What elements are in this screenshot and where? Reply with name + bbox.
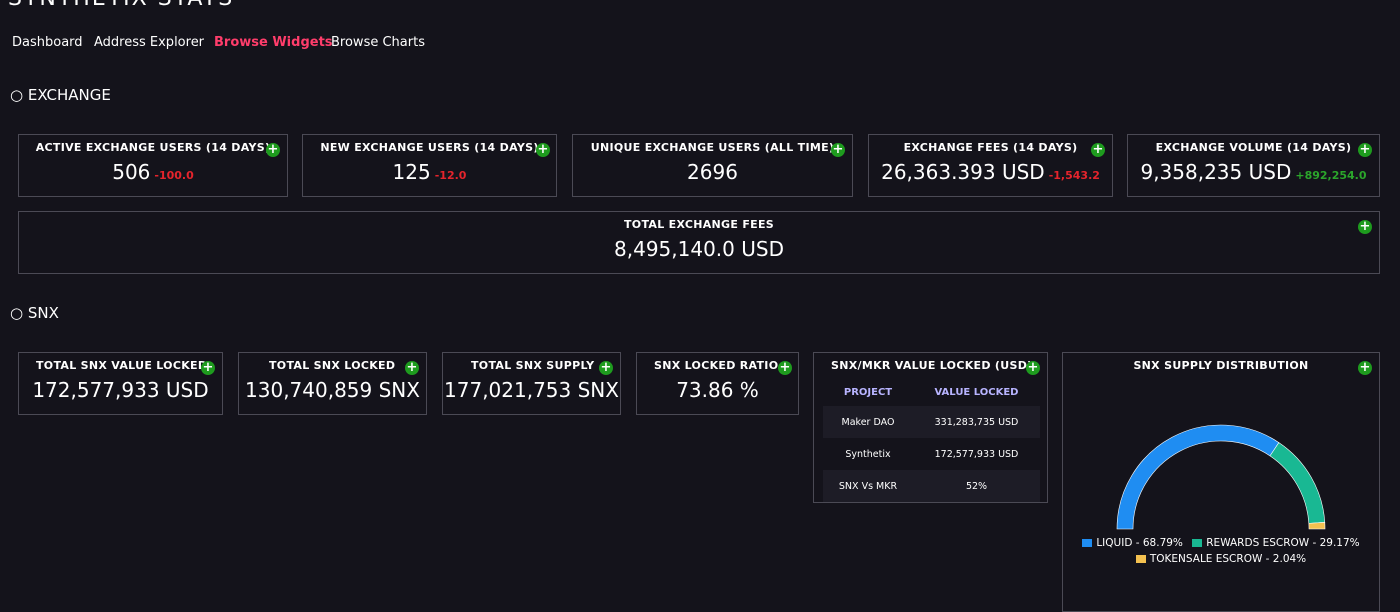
widget-value: 9,358,235 USD +892,254.0 bbox=[1140, 160, 1367, 184]
widget-delta: +892,254.0 bbox=[1295, 169, 1367, 182]
widget-new-exchange-users: NEW EXCHANGE USERS (14 DAYS) + 125 -12.0 bbox=[302, 134, 557, 197]
widget-delta: -12.0 bbox=[434, 169, 467, 182]
add-widget-plus-icon[interactable]: + bbox=[1358, 220, 1372, 234]
widget-value: 2696 bbox=[687, 160, 738, 184]
column-header-project: PROJECT bbox=[843, 386, 893, 398]
project-table: PROJECT VALUE LOCKED Maker DAO 331,283,7… bbox=[823, 378, 1040, 502]
widget-value: 506 -100.0 bbox=[112, 160, 194, 184]
section-snx-heading: ○ SNX bbox=[10, 304, 59, 322]
widget-active-exchange-users: ACTIVE EXCHANGE USERS (14 DAYS) + 506 -10… bbox=[18, 134, 288, 197]
widget-title: NEW EXCHANGE USERS (14 DAYS) bbox=[320, 141, 539, 154]
legend-swatch bbox=[1135, 555, 1146, 563]
widget-total-snx-locked: TOTAL SNX LOCKED + 130,740,859 SNX bbox=[238, 352, 427, 415]
table-row: Synthetix 172,577,933 USD bbox=[823, 438, 1040, 470]
table-cell: SNX Vs MKR bbox=[823, 470, 913, 502]
widget-title: TOTAL EXCHANGE FEES bbox=[624, 218, 774, 231]
add-widget-plus-icon[interactable]: + bbox=[1358, 143, 1372, 157]
widget-title: ACTIVE EXCHANGE USERS (14 DAYS) bbox=[35, 141, 271, 154]
nav-address-explorer[interactable]: Address Explorer bbox=[94, 35, 204, 50]
widget-value: 8,495,140.0 USD bbox=[614, 237, 784, 261]
widget-title: UNIQUE EXCHANGE USERS (ALL TIME) bbox=[590, 141, 835, 154]
table-header-row: PROJECT VALUE LOCKED bbox=[823, 378, 1040, 406]
widget-title: TOTAL SNX LOCKED bbox=[269, 359, 396, 372]
widget-title: TOTAL SNX VALUE LOCKED bbox=[36, 359, 208, 372]
column-header-value-locked: VALUE LOCKED bbox=[934, 386, 1019, 398]
widget-total-snx-supply: TOTAL SNX SUPPLY + 177,021,753 SNX bbox=[442, 352, 621, 415]
gauge-segment-liquid[interactable] bbox=[1116, 424, 1280, 530]
widget-value: 73.86 % bbox=[676, 378, 759, 402]
widget-delta: -1,543.2 bbox=[1048, 169, 1100, 182]
widget-title: EXCHANGE FEES (14 DAYS) bbox=[903, 141, 1078, 154]
legend-item-liquid[interactable]: LIQUID - 68.79% bbox=[1082, 537, 1183, 549]
widget-value: 26,363.393 USD -1,543.2 bbox=[881, 160, 1100, 184]
add-widget-plus-icon[interactable]: + bbox=[599, 361, 613, 375]
widget-snx-locked-ratio: SNX LOCKED RATIO + 73.86 % bbox=[636, 352, 799, 415]
table-cell: 52% bbox=[913, 470, 1040, 502]
legend-item-tokensale-escrow[interactable]: TOKENSALE ESCROW - 2.04% bbox=[1135, 553, 1306, 565]
table-cell: Maker DAO bbox=[823, 406, 913, 438]
widget-exchange-fees: EXCHANGE FEES (14 DAYS) + 26,363.393 USD… bbox=[868, 134, 1113, 197]
widget-total-snx-value-locked: TOTAL SNX VALUE LOCKED + 172,577,933 USD bbox=[18, 352, 223, 415]
app-title: SYNTHETIX STATS bbox=[8, 0, 234, 11]
table-row: Maker DAO 331,283,735 USD bbox=[823, 406, 1040, 438]
gauge-segment-rewards-escrow[interactable] bbox=[1269, 442, 1326, 524]
widget-delta: -100.0 bbox=[154, 169, 194, 182]
widget-title: SNX/MKR VALUE LOCKED (USD) bbox=[831, 359, 1033, 372]
legend-swatch bbox=[1192, 539, 1203, 547]
add-widget-plus-icon[interactable]: + bbox=[536, 143, 550, 157]
chart-legend: TOKENSALE ESCROW - 2.04% bbox=[1063, 553, 1379, 565]
table-cell: Synthetix bbox=[845, 448, 891, 460]
widget-value: 130,740,859 SNX bbox=[245, 378, 420, 402]
legend-swatch bbox=[1082, 539, 1093, 547]
add-widget-plus-icon[interactable]: + bbox=[831, 143, 845, 157]
section-exchange-heading: ○ EXCHANGE bbox=[10, 86, 111, 104]
add-widget-plus-icon[interactable]: + bbox=[201, 361, 215, 375]
legend-item-rewards-escrow[interactable]: REWARDS ESCROW - 29.17% bbox=[1192, 537, 1360, 549]
gauge-segment-tokensale-escrow[interactable] bbox=[1308, 522, 1326, 530]
widget-snx-mkr-value-locked: SNX/MKR VALUE LOCKED (USD) + PROJECT VAL… bbox=[813, 352, 1048, 503]
widget-value: 172,577,933 USD bbox=[32, 378, 209, 402]
add-widget-plus-icon[interactable]: + bbox=[778, 361, 792, 375]
add-widget-plus-icon[interactable]: + bbox=[1091, 143, 1105, 157]
widget-exchange-volume: EXCHANGE VOLUME (14 DAYS) + 9,358,235 US… bbox=[1127, 134, 1380, 197]
nav-browse-widgets[interactable]: Browse Widgets bbox=[214, 35, 333, 50]
table-cell: 172,577,933 USD bbox=[934, 448, 1019, 460]
widget-snx-supply-distribution: SNX SUPPLY DISTRIBUTION + LIQUID - 68.79… bbox=[1062, 352, 1380, 612]
supply-distribution-gauge bbox=[1116, 424, 1326, 530]
widget-total-exchange-fees: TOTAL EXCHANGE FEES + 8,495,140.0 USD bbox=[18, 211, 1380, 274]
widget-value: 125 -12.0 bbox=[392, 160, 467, 184]
table-row: SNX Vs MKR 52% bbox=[823, 470, 1040, 502]
chart-legend: LIQUID - 68.79% REWARDS ESCROW - 29.17% bbox=[1063, 537, 1379, 549]
add-widget-plus-icon[interactable]: + bbox=[266, 143, 280, 157]
add-widget-plus-icon[interactable]: + bbox=[405, 361, 419, 375]
widget-value: 177,021,753 SNX bbox=[444, 378, 619, 402]
widget-title: TOTAL SNX SUPPLY bbox=[471, 359, 595, 372]
widget-unique-exchange-users: UNIQUE EXCHANGE USERS (ALL TIME) + 2696 bbox=[572, 134, 853, 197]
nav-dashboard[interactable]: Dashboard bbox=[12, 35, 83, 50]
widget-title: EXCHANGE VOLUME (14 DAYS) bbox=[1155, 141, 1352, 154]
widget-title: SNX LOCKED RATIO bbox=[654, 359, 779, 372]
nav-browse-charts[interactable]: Browse Charts bbox=[331, 35, 425, 50]
table-cell: 331,283,735 USD bbox=[913, 406, 1040, 438]
add-widget-plus-icon[interactable]: + bbox=[1026, 361, 1040, 375]
